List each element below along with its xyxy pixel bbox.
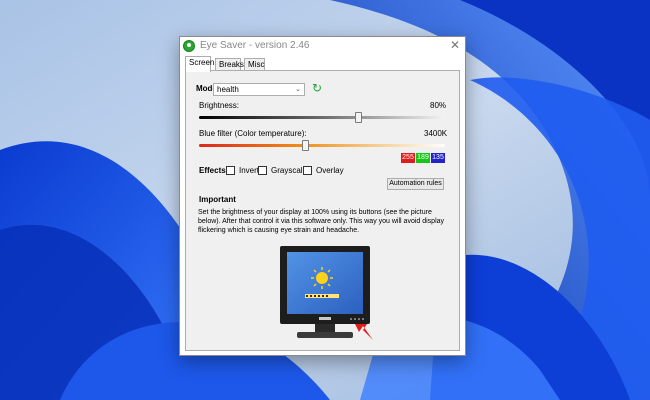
rgb-green-value: 189	[416, 153, 430, 163]
invert-checkbox[interactable]	[226, 166, 235, 175]
blue-filter-label: Blue filter (Color temperature):	[199, 129, 307, 138]
chevron-down-icon: ⌄	[295, 86, 301, 93]
brightness-slider-thumb[interactable]	[355, 112, 362, 123]
eye-saver-logo-icon	[183, 40, 195, 52]
automation-rules-button[interactable]: Automation rules	[387, 178, 444, 190]
blue-filter-slider-thumb[interactable]	[302, 140, 309, 151]
invert-label: Invert	[239, 166, 260, 175]
brightness-value: 80%	[430, 101, 447, 110]
overlay-label: Overlay	[316, 166, 344, 175]
eye-saver-window: Eye Saver - version 2.46 ✕ Screen Breaks…	[179, 36, 466, 356]
red-arrow-icon	[355, 324, 373, 340]
grayscale-checkbox[interactable]	[258, 166, 267, 175]
sun-icon	[316, 272, 328, 284]
blue-filter-slider-track[interactable]	[199, 144, 445, 147]
rgb-red-value: 255	[401, 153, 415, 163]
window-title: Eye Saver - version 2.46	[200, 40, 310, 51]
monitor-illustration	[275, 246, 375, 342]
title-bar[interactable]: Eye Saver - version 2.46 ✕	[180, 37, 465, 55]
refresh-icon[interactable]: ↻	[312, 81, 322, 95]
overlay-checkbox[interactable]	[303, 166, 312, 175]
brightness-label: Brightness:	[199, 101, 240, 110]
important-heading: Important	[199, 195, 236, 204]
tab-screen[interactable]: Screen	[185, 56, 214, 72]
effects-label: Effects:	[199, 166, 229, 175]
blue-filter-value: 3400K	[424, 129, 448, 138]
mode-select-value: health	[217, 85, 239, 94]
rgb-blue-value: 135	[431, 153, 445, 163]
brightness-slider-track[interactable]	[199, 116, 445, 119]
close-icon[interactable]: ✕	[450, 38, 460, 52]
mode-select[interactable]: health ⌄	[213, 83, 305, 96]
grayscale-label: Grayscale	[271, 166, 308, 175]
important-text: Set the brightness of your display at 10…	[198, 209, 445, 234]
